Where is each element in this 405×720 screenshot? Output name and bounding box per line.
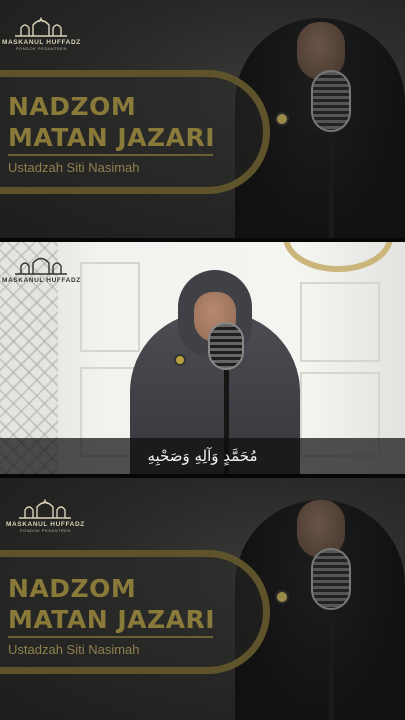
microphone-icon bbox=[311, 70, 351, 132]
mosque-logo-icon bbox=[19, 498, 72, 519]
logo: MASKANUL HUFFADZ PONDOK PESANTREN bbox=[2, 16, 81, 51]
mosque-logo-icon bbox=[15, 16, 68, 37]
subtitle: Ustadzah Siti Nasimah bbox=[8, 160, 140, 175]
wall-panel bbox=[300, 282, 380, 362]
title-line-2: MATAN JAZARI bbox=[8, 123, 216, 152]
subtitle-caption-bar: مُحَمَّدٍ وَآلِهِ وَصَحْبِهِ bbox=[0, 438, 405, 474]
title-card-bottom: MASKANUL HUFFADZ PONDOK PESANTREN NADZOM… bbox=[0, 478, 405, 720]
caption-text: مُحَمَّدٍ وَآلِهِ وَصَحْبِهِ bbox=[147, 447, 258, 465]
title-line-2: MATAN JAZARI bbox=[8, 605, 216, 634]
subtitle: Ustadzah Siti Nasimah bbox=[8, 642, 140, 657]
video-frame: MASKANUL HUFFADZ مُحَمَّدٍ وَآلِهِ وَصَح… bbox=[0, 238, 405, 478]
badge-icon bbox=[174, 354, 186, 366]
logo: MASKANUL HUFFADZ bbox=[2, 254, 81, 284]
logo-sub: PONDOK PESANTREN bbox=[15, 46, 67, 51]
logo-name: MASKANUL HUFFADZ bbox=[2, 277, 81, 284]
title-card-top: MASKANUL HUFFADZ PONDOK PESANTREN NADZOM… bbox=[0, 0, 405, 238]
mic-stand bbox=[329, 610, 334, 720]
logo-name: MASKANUL HUFFADZ bbox=[2, 39, 81, 46]
mic-stand bbox=[329, 132, 334, 238]
mosque-logo-icon bbox=[15, 257, 68, 275]
microphone-icon bbox=[208, 322, 244, 370]
badge-icon bbox=[275, 590, 289, 604]
logo-sub: PONDOK PESANTREN bbox=[19, 528, 71, 533]
logo: MASKANUL HUFFADZ PONDOK PESANTREN bbox=[6, 498, 85, 533]
title-rule bbox=[8, 154, 213, 156]
title-line-1: NADZOM bbox=[8, 92, 137, 121]
title: NADZOM MATAN JAZARI bbox=[8, 91, 215, 153]
title-line-1: NADZOM bbox=[8, 574, 137, 603]
badge-icon bbox=[275, 112, 289, 126]
title: NADZOM MATAN JAZARI bbox=[8, 573, 215, 635]
title-rule bbox=[8, 636, 213, 638]
logo-name: MASKANUL HUFFADZ bbox=[6, 521, 85, 528]
microphone-icon bbox=[311, 548, 351, 610]
